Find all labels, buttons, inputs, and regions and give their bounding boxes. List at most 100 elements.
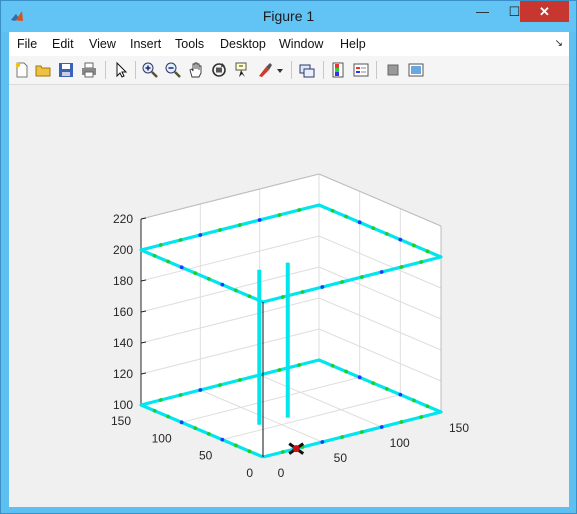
data-point <box>178 238 183 242</box>
data-point <box>399 420 404 424</box>
data-point <box>206 431 211 436</box>
data-point <box>277 213 282 217</box>
data-point <box>419 260 424 264</box>
data-point <box>152 253 157 258</box>
new-figure-icon[interactable] <box>13 61 31 79</box>
colorbar-icon[interactable] <box>329 61 347 79</box>
data-point <box>379 270 384 274</box>
y-tick-label: 0 <box>246 466 253 480</box>
data-point <box>357 375 362 380</box>
z-tick-label: 120 <box>113 367 133 381</box>
toolbar-separator <box>323 61 324 79</box>
menu-help[interactable]: Help <box>340 37 366 51</box>
data-point <box>297 363 302 367</box>
menubar-overflow-arrow[interactable]: ↘ <box>555 38 563 49</box>
title-bar[interactable]: Figure 1 — ☐ ✕ <box>1 1 576 32</box>
data-point <box>398 237 403 242</box>
data-point <box>320 285 325 289</box>
data-point <box>247 294 252 299</box>
data-point <box>166 259 171 264</box>
brush-dropdown-icon[interactable] <box>275 61 285 79</box>
print-icon[interactable] <box>80 61 98 79</box>
brush-icon[interactable] <box>256 61 274 79</box>
figure-client: File Edit View Insert Tools Desktop Wind… <box>9 32 569 507</box>
data-point <box>233 443 238 448</box>
data-point <box>359 275 364 279</box>
rotate-3d-icon[interactable] <box>210 61 228 79</box>
start-marker <box>292 445 300 453</box>
data-point <box>384 231 389 236</box>
data-point <box>193 426 198 431</box>
y-tick-label: 150 <box>111 414 131 428</box>
pan-icon[interactable] <box>187 61 205 79</box>
data-point <box>158 398 163 402</box>
menu-window[interactable]: Window <box>279 37 323 51</box>
data-point <box>425 404 430 409</box>
data-point <box>179 265 184 270</box>
data-point <box>399 265 404 269</box>
data-point <box>411 398 416 403</box>
data-point <box>247 449 252 454</box>
y-tick-label: 100 <box>152 431 172 445</box>
data-point <box>206 276 211 281</box>
save-icon[interactable] <box>57 61 75 79</box>
open-file-icon[interactable] <box>34 61 52 79</box>
data-point <box>280 450 285 454</box>
x-tick-label: 50 <box>334 451 348 465</box>
data-point <box>398 392 403 397</box>
figure-window: Figure 1 — ☐ ✕ File Edit View Insert Too… <box>0 0 577 514</box>
data-point <box>320 440 325 444</box>
zoom-in-icon[interactable] <box>141 61 159 79</box>
data-point <box>152 408 157 413</box>
data-point <box>371 226 376 231</box>
menu-insert[interactable]: Insert <box>130 37 161 51</box>
data-point <box>257 218 262 222</box>
toolbar-separator <box>135 61 136 79</box>
data-point <box>425 249 430 254</box>
zoom-out-icon[interactable] <box>164 61 182 79</box>
data-point <box>344 369 349 374</box>
toolbar-separator <box>291 61 292 79</box>
data-point <box>178 393 183 397</box>
toolbar-separator <box>376 61 377 79</box>
x-tick-label: 100 <box>390 436 410 450</box>
data-point <box>198 233 203 237</box>
data-point <box>198 388 203 392</box>
data-point <box>419 415 424 419</box>
menu-edit[interactable]: Edit <box>52 37 74 51</box>
data-point <box>220 437 225 442</box>
z-tick-label: 200 <box>113 243 133 257</box>
data-cursor-icon[interactable] <box>233 61 251 79</box>
hide-plot-tools-icon[interactable] <box>384 61 402 79</box>
close-button[interactable]: ✕ <box>520 1 569 22</box>
link-plot-icon[interactable] <box>298 61 316 79</box>
menu-desktop[interactable]: Desktop <box>220 37 266 51</box>
data-point <box>237 223 242 227</box>
data-point <box>371 381 376 386</box>
figure-toolbar <box>9 56 569 85</box>
data-point <box>179 420 184 425</box>
show-plot-tools-icon[interactable] <box>407 61 425 79</box>
legend-icon[interactable] <box>352 61 370 79</box>
x-tick-label: 150 <box>449 421 469 435</box>
menu-tools[interactable]: Tools <box>175 37 204 51</box>
data-point <box>384 386 389 391</box>
x-tick-label: 0 <box>278 466 285 480</box>
axes-3d[interactable]: 100 120 140 160 180 200 220 0 50 100 150 0 50 100 150 <box>9 85 569 505</box>
data-point <box>218 383 223 387</box>
z-tick-label: 180 <box>113 274 133 288</box>
z-tick-label: 100 <box>113 398 133 412</box>
data-point <box>218 228 223 232</box>
z-tick-label: 160 <box>113 305 133 319</box>
minimize-button[interactable]: — <box>469 1 496 22</box>
data-point <box>340 280 345 284</box>
data-point <box>379 425 384 429</box>
data-point <box>357 220 362 225</box>
pointer-icon[interactable] <box>112 61 130 79</box>
data-point <box>411 243 416 248</box>
figure-canvas[interactable]: 100 120 140 160 180 200 220 0 50 100 150 0 50 100 150 <box>9 85 569 505</box>
data-point <box>330 208 335 213</box>
menu-file[interactable]: File <box>17 37 37 51</box>
menu-view[interactable]: View <box>89 37 116 51</box>
data-point <box>359 430 364 434</box>
